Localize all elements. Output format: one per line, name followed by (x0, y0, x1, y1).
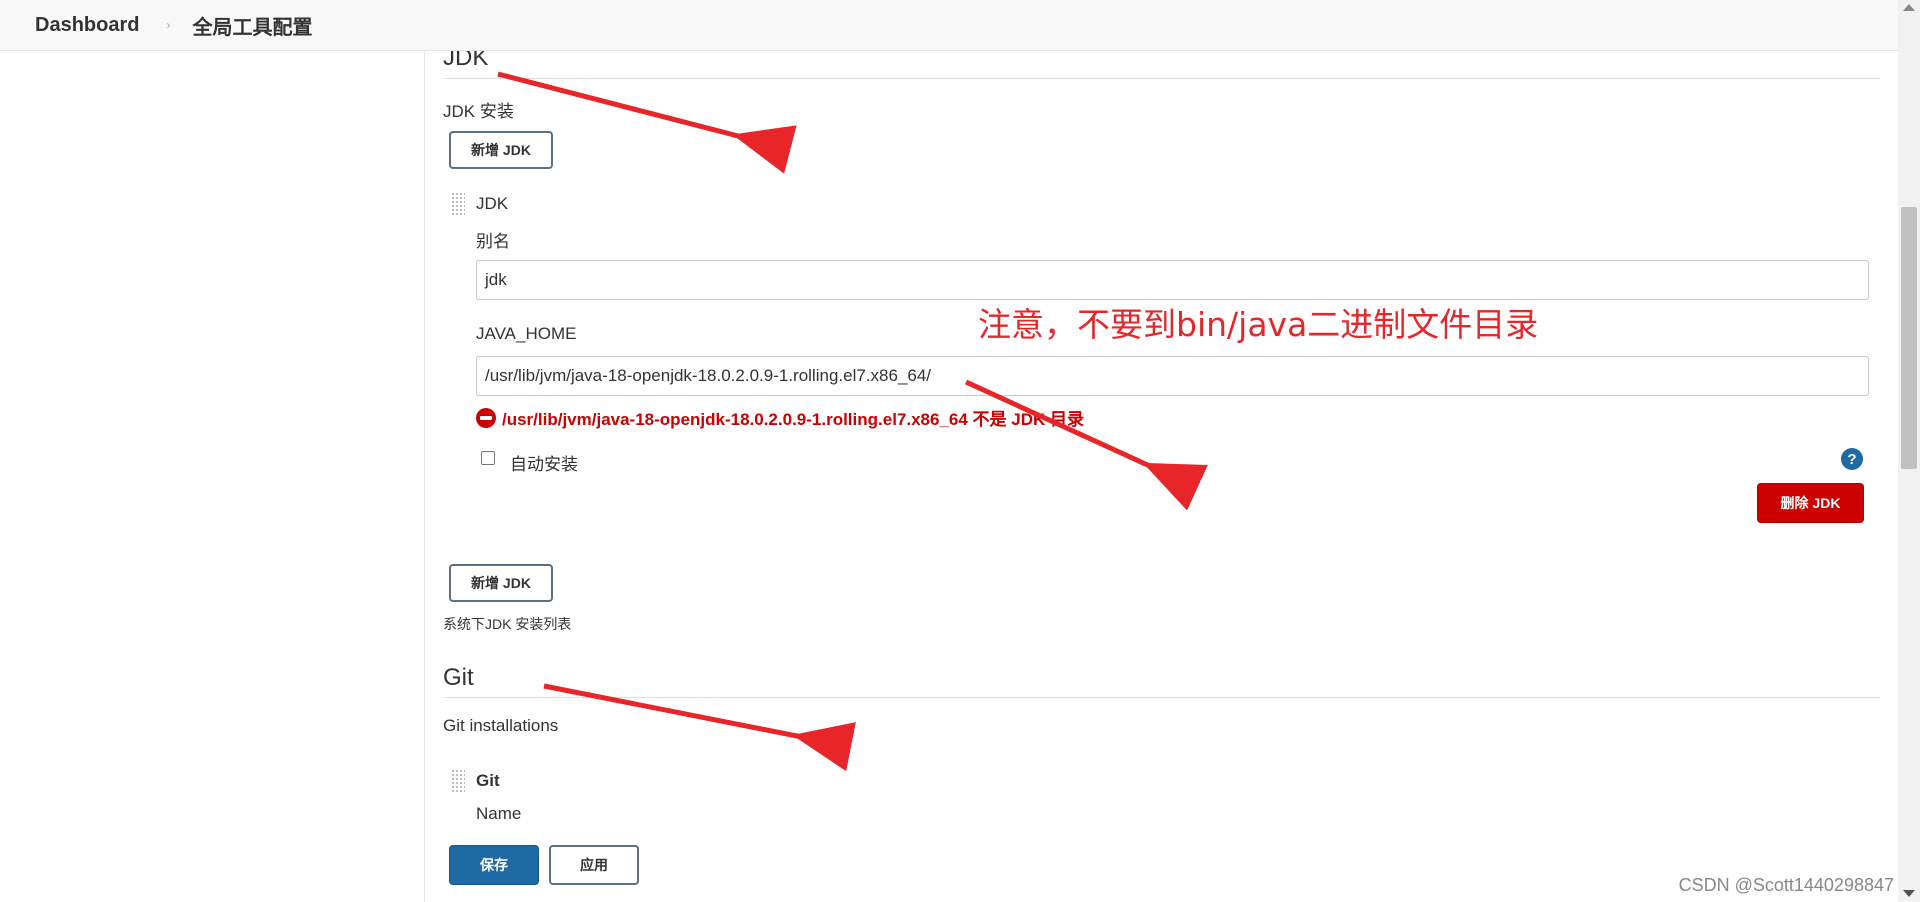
breadcrumb-dashboard[interactable]: Dashboard (35, 14, 139, 37)
jdk-section-divider (443, 78, 1880, 79)
git-name-label: Name (476, 804, 522, 823)
annotation-text: 注意，不要到bin/java二进制文件目录 (978, 305, 1539, 344)
delete-jdk-button[interactable]: 删除 JDK (1757, 483, 1864, 523)
jdk-alias-label: 别名 (476, 232, 510, 251)
drag-handle-icon[interactable] (451, 769, 465, 793)
scrollbar-thumb[interactable] (1901, 207, 1917, 469)
git-section-title: Git (443, 664, 474, 691)
breadcrumb-current: 全局工具配置 (192, 16, 313, 39)
jdk-item-header: JDK (476, 194, 509, 213)
apply-button[interactable]: 应用 (549, 845, 639, 885)
scroll-down-icon[interactable] (1903, 890, 1915, 897)
drag-handle-icon[interactable] (451, 192, 465, 216)
jdk-description: 系统下JDK 安装列表 (443, 616, 572, 632)
java-home-label: JAVA_HOME (476, 324, 577, 343)
java-home-error-text: /usr/lib/jvm/java-18-openjdk-18.0.2.0.9-… (502, 410, 1085, 429)
auto-install-label: 自动安装 (510, 455, 578, 474)
add-jdk-button[interactable]: 新增 JDK (449, 131, 553, 169)
watermark: CSDN @Scott1440298847 (1678, 875, 1894, 895)
scroll-up-icon[interactable] (1903, 4, 1915, 11)
error-icon (476, 407, 496, 428)
save-button[interactable]: 保存 (449, 845, 539, 885)
config-form: JDK JDK 安装 新增 JDK JDK 别名 jdk JAVA_HOME /… (443, 0, 1880, 902)
jdk-alias-input[interactable]: jdk (476, 260, 1869, 300)
sidebar-divider (424, 51, 425, 902)
java-home-input[interactable]: /usr/lib/jvm/java-18-openjdk-18.0.2.0.9-… (476, 356, 1869, 396)
breadcrumb: Dashboard › 全局工具配置 (0, 0, 1898, 51)
git-installations-label: Git installations (443, 716, 559, 735)
java-home-error: /usr/lib/jvm/java-18-openjdk-18.0.2.0.9-… (476, 405, 1084, 430)
help-icon[interactable]: ? (1841, 448, 1863, 470)
jdk-installations-label: JDK 安装 (443, 102, 514, 121)
git-item-header: Git (476, 771, 500, 790)
git-section-divider (443, 697, 1880, 698)
auto-install-checkbox[interactable] (481, 451, 495, 465)
chevron-right-icon: › (166, 18, 171, 32)
add-jdk-button-bottom[interactable]: 新增 JDK (449, 564, 553, 602)
